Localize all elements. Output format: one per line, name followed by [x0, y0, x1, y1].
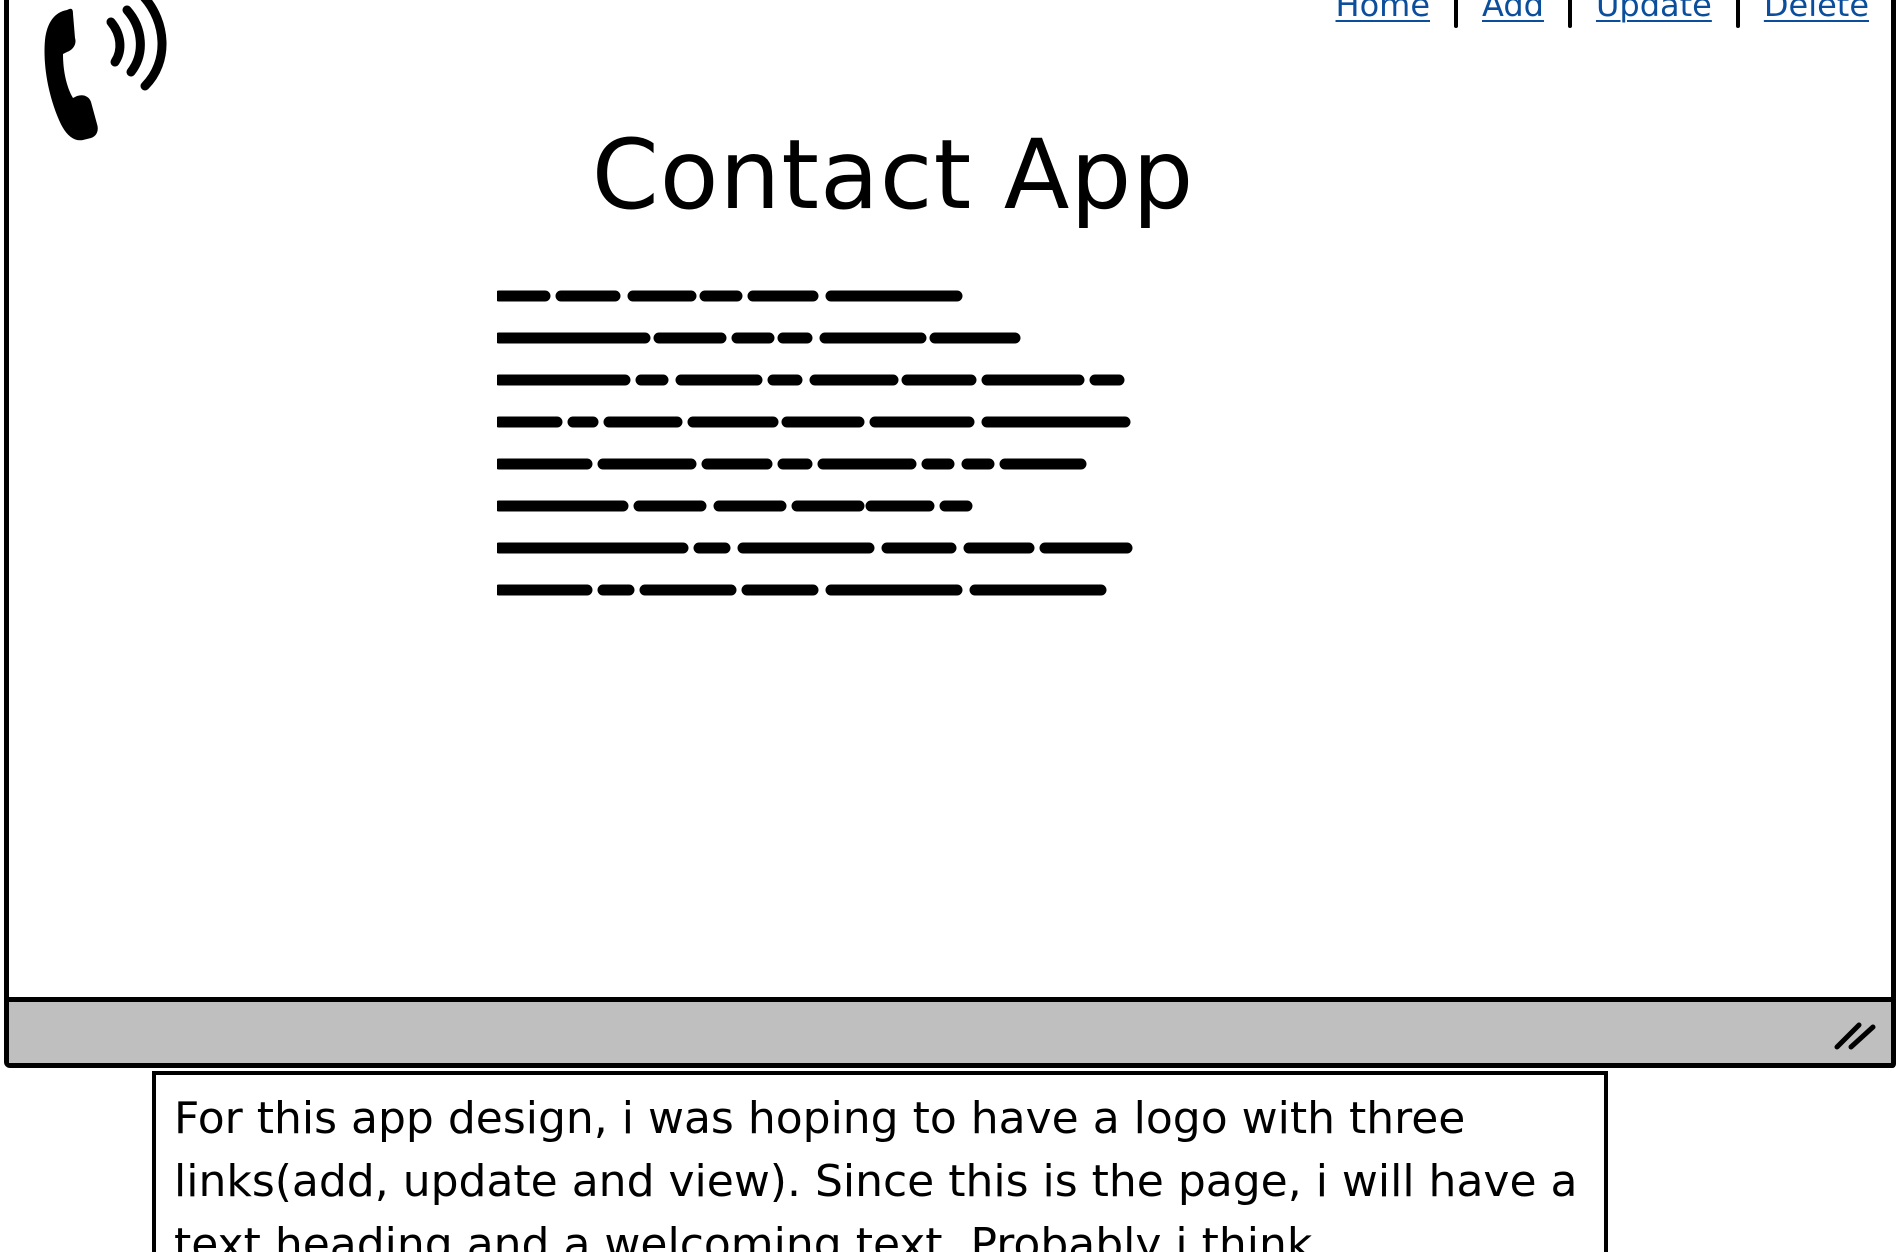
nav-separator — [1735, 0, 1740, 28]
nav-link-update[interactable]: Update — [1596, 0, 1712, 24]
status-bar — [9, 997, 1891, 1063]
wireframe-canvas: Home Add Update Delete Contact App For t… — [0, 0, 1898, 1252]
nav-link-add[interactable]: Add — [1482, 0, 1544, 24]
browser-window: Home Add Update Delete Contact App — [4, 0, 1896, 1068]
top-nav: Home Add Update Delete — [1336, 0, 1869, 28]
resize-grip-icon[interactable] — [1833, 1017, 1877, 1051]
welcome-text-scribble — [497, 290, 1133, 596]
annotation-note: For this app design, i was hoping to hav… — [152, 1071, 1608, 1252]
nav-separator — [1567, 0, 1572, 28]
page-title: Contact App — [591, 119, 1195, 231]
nav-link-home[interactable]: Home — [1336, 0, 1431, 24]
nav-separator — [1454, 0, 1459, 28]
nav-link-delete[interactable]: Delete — [1764, 0, 1869, 24]
